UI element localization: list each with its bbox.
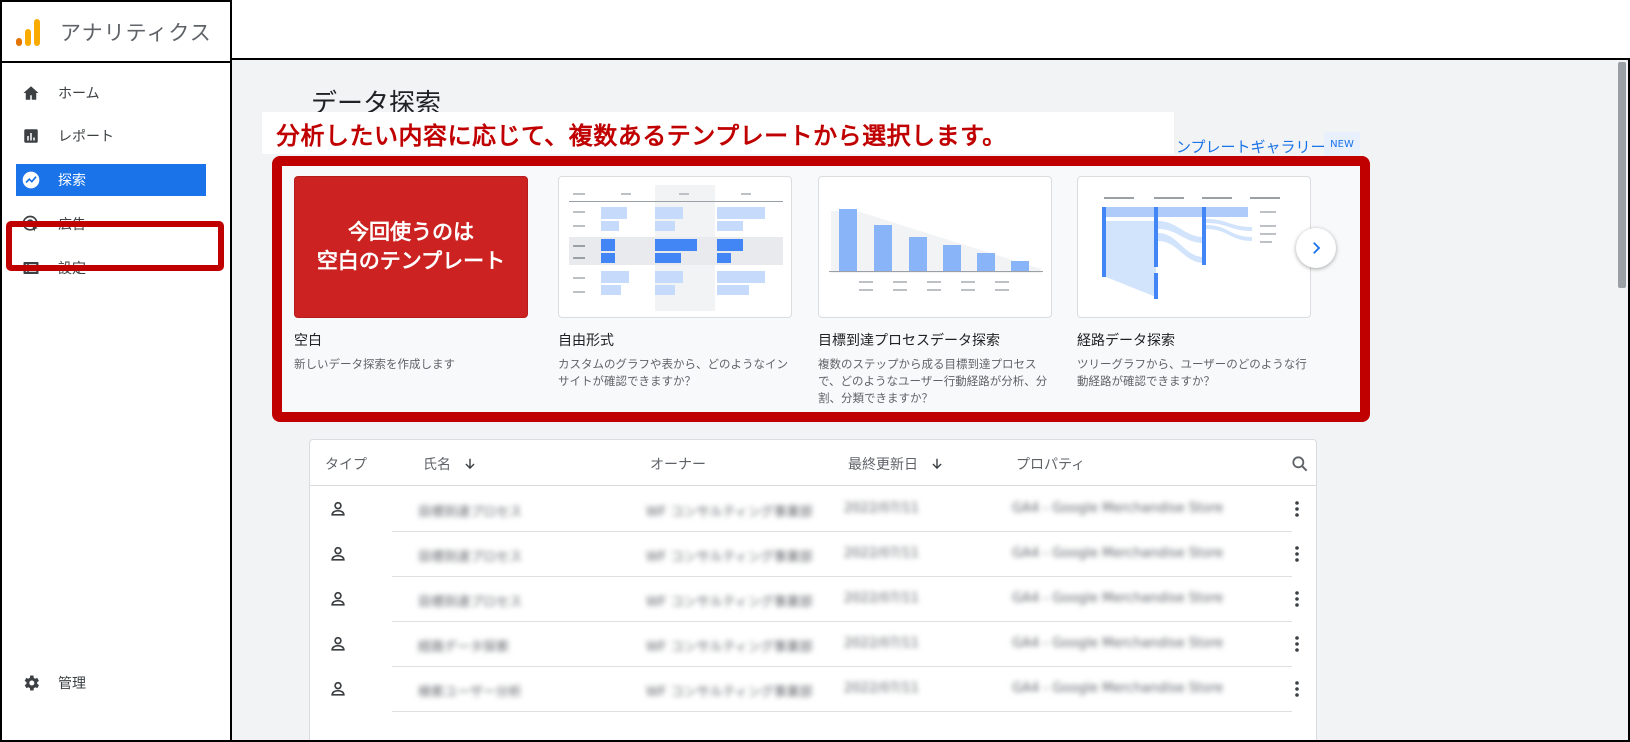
template-title: 目標到達プロセスデータ探索 <box>818 333 1000 349</box>
annotation-banner: 分析したい内容に応じて、複数あるテンプレートから選択します。 <box>262 112 1174 154</box>
template-gallery-link[interactable]: ンプレートギャラリー <box>1176 136 1326 157</box>
overlay-line-1: 今回使うのは <box>348 220 474 244</box>
app-header: アナリティクス <box>0 0 232 61</box>
template-description: ツリーグラフから、ユーザーのどのような行動経路が確認できますか？ <box>1077 357 1307 388</box>
funnel-thumbnail[interactable] <box>818 176 1052 318</box>
person-icon <box>331 546 345 561</box>
row-modified: 2022/07/11 <box>844 501 919 516</box>
person-icon <box>331 501 345 516</box>
row-name: 検索ユーザー分析 <box>418 685 522 700</box>
more-vert-icon[interactable] <box>1294 499 1300 519</box>
column-header-label: プロパティ <box>1016 457 1086 473</box>
template-card-free-form[interactable]: 自由形式 カスタムのグラフや表から、どのようなインサイトが確認できますか？ <box>558 176 792 390</box>
table-row[interactable]: 目標到達プロセス WF コンサルティング事業部 2022/07/11 GA4 -… <box>310 577 1316 622</box>
sidebar-item-label: レポート <box>58 129 114 145</box>
person-icon <box>331 636 345 651</box>
path-thumbnail[interactable] <box>1077 176 1311 318</box>
column-header-name[interactable]: 氏名 <box>423 454 477 474</box>
row-owner: WF コンサルティング事業部 <box>646 685 813 700</box>
new-badge: NEW <box>1324 132 1360 156</box>
analytics-logo-icon[interactable] <box>16 18 40 46</box>
template-description: カスタムのグラフや表から、どのようなインサイトが確認できますか？ <box>558 357 788 388</box>
person-icon <box>331 681 345 696</box>
row-owner: WF コンサルティング事業部 <box>646 640 813 655</box>
row-name: 経路データ探索 <box>418 640 510 655</box>
overlay-line-2: 空白のテンプレート <box>316 249 506 273</box>
search-icon[interactable] <box>1278 454 1310 474</box>
chevron-right-icon <box>1313 242 1321 254</box>
template-card-funnel[interactable]: 目標到達プロセスデータ探索 複数のステップから成る目標到達プロセスで、どのような… <box>818 176 1052 407</box>
sidebar-nav: ホーム レポート 探索 広告 設定 管理 <box>0 61 232 742</box>
explore-highlight-box <box>6 221 224 271</box>
reports-icon <box>20 125 42 147</box>
table-row[interactable]: 経路データ探索 WF コンサルティング事業部 2022/07/11 GA4 - … <box>310 622 1316 667</box>
table-row[interactable]: 目標到達プロセス WF コンサルティング事業部 2022/07/11 GA4 -… <box>310 487 1316 532</box>
main-content: データ探索 分析したい内容に応じて、複数あるテンプレートから選択します。 ンプレ… <box>232 58 1630 742</box>
sidebar-item-explore[interactable]: 探索 <box>16 164 206 196</box>
template-title: 経路データ探索 <box>1077 333 1175 349</box>
sidebar-item-home[interactable]: ホーム <box>4 77 230 109</box>
person-icon <box>331 591 345 606</box>
more-vert-icon[interactable] <box>1294 544 1300 564</box>
row-property: GA4 - Google Merchandise Store <box>1012 681 1224 696</box>
column-header-property[interactable]: プロパティ <box>1016 454 1085 474</box>
explore-icon <box>20 169 42 191</box>
row-modified: 2022/07/11 <box>844 681 919 696</box>
gear-icon <box>20 672 42 694</box>
table-row[interactable]: 検索ユーザー分析 WF コンサルティング事業部 2022/07/11 GA4 -… <box>310 667 1316 712</box>
sidebar-item-label: 管理 <box>58 676 86 692</box>
blank-template-thumbnail[interactable]: 今回使うのは 空白のテンプレート <box>294 176 528 318</box>
template-description: 新しいデータ探索を作成します <box>294 357 455 371</box>
row-owner: WF コンサルティング事業部 <box>646 505 813 520</box>
column-header-label: タイプ <box>325 457 367 473</box>
column-header-label: オーナー <box>650 457 706 473</box>
carousel-next-button[interactable] <box>1296 228 1336 268</box>
sort-down-arrow-icon <box>932 458 942 470</box>
sidebar-item-label: 探索 <box>58 173 86 189</box>
scrollbar[interactable] <box>1618 62 1626 288</box>
column-header-modified[interactable]: 最終更新日 <box>848 454 944 474</box>
column-header-type[interactable]: タイプ <box>325 454 367 474</box>
row-property: GA4 - Google Merchandise Store <box>1012 591 1224 606</box>
template-title: 空白 <box>294 333 322 349</box>
row-modified: 2022/07/11 <box>844 591 919 606</box>
template-card-blank[interactable]: 今回使うのは 空白のテンプレート 空白 新しいデータ探索を作成します <box>294 176 528 373</box>
row-modified: 2022/07/11 <box>844 636 919 651</box>
column-header-label: 氏名 <box>423 457 451 473</box>
sidebar-item-reports[interactable]: レポート <box>4 120 230 152</box>
more-vert-icon[interactable] <box>1294 589 1300 609</box>
sort-down-arrow-icon <box>465 458 475 470</box>
template-title: 自由形式 <box>558 333 614 349</box>
row-property: GA4 - Google Merchandise Store <box>1012 636 1224 651</box>
row-name: 目標到達プロセス <box>418 550 523 565</box>
template-description: 複数のステップから成る目標到達プロセスで、どのようなユーザー行動経路が分析、分割… <box>818 357 1048 405</box>
explorations-table: タイプ 氏名 オーナー 最終更新日 プロパティ 目標到達プロセス WF コンサル… <box>309 439 1317 740</box>
row-owner: WF コンサルティング事業部 <box>646 595 813 610</box>
row-property: GA4 - Google Merchandise Store <box>1012 546 1224 561</box>
table-row[interactable]: 目標到達プロセス WF コンサルティング事業部 2022/07/11 GA4 -… <box>310 532 1316 577</box>
row-owner: WF コンサルティング事業部 <box>646 550 813 565</box>
template-selection-area: 今回使うのは 空白のテンプレート 空白 新しいデータ探索を作成します 自由形式 … <box>272 156 1370 422</box>
row-divider <box>392 711 1292 712</box>
app-title: アナリティクス <box>60 20 212 45</box>
more-vert-icon[interactable] <box>1294 679 1300 699</box>
row-name: 目標到達プロセス <box>418 595 523 610</box>
column-header-owner[interactable]: オーナー <box>650 454 706 474</box>
column-header-label: 最終更新日 <box>848 457 918 473</box>
more-vert-icon[interactable] <box>1294 634 1300 654</box>
sidebar-item-label: ホーム <box>58 86 100 102</box>
table-header: タイプ 氏名 オーナー 最終更新日 プロパティ <box>310 440 1316 486</box>
home-icon <box>20 82 42 104</box>
row-name: 目標到達プロセス <box>418 505 523 520</box>
row-property: GA4 - Google Merchandise Store <box>1012 501 1224 516</box>
free-form-thumbnail[interactable] <box>558 176 792 318</box>
row-modified: 2022/07/11 <box>844 546 919 561</box>
sidebar-item-admin[interactable]: 管理 <box>4 667 230 699</box>
template-card-path[interactable]: 経路データ探索 ツリーグラフから、ユーザーのどのような行動経路が確認できますか？ <box>1077 176 1311 390</box>
